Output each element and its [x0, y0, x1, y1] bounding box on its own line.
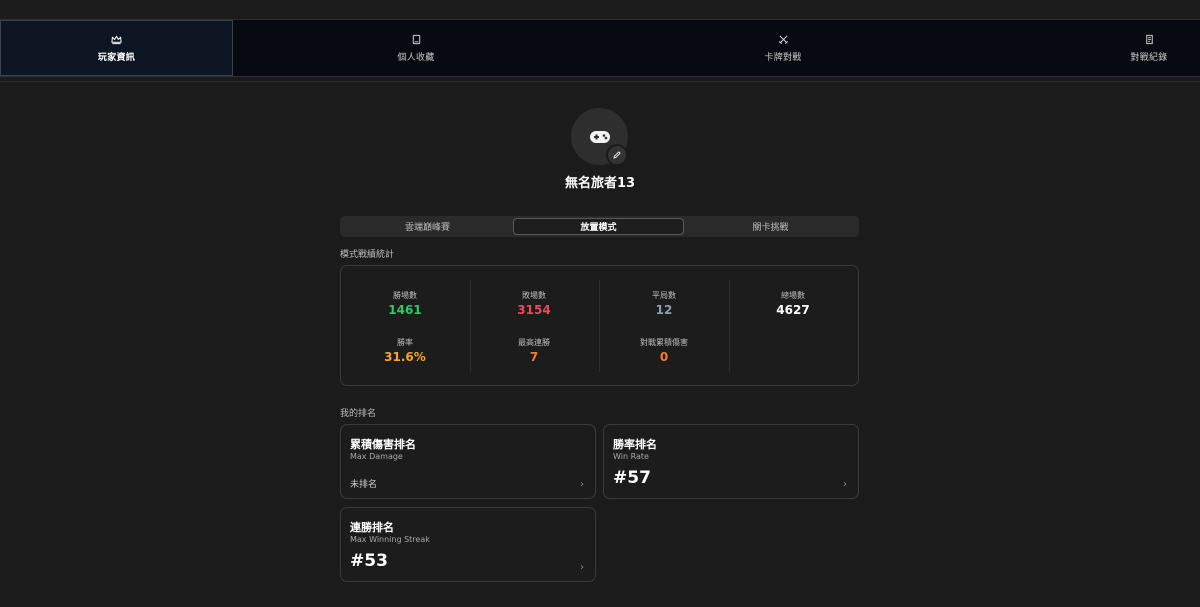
rank-value: #53 [350, 551, 388, 571]
nav-divider [0, 81, 1200, 82]
stat-label: 敗場數 [522, 291, 546, 300]
tab-player-info[interactable]: 玩家資訊 [0, 20, 233, 76]
stat-label: 平局數 [652, 291, 676, 300]
stat-total-damage: 對戰累積傷害 0 [600, 337, 728, 364]
tab-label: 卡牌對戰 [764, 52, 802, 63]
rank-card-win-rate[interactable]: 勝率排名 Win Rate #57 › [603, 424, 859, 499]
tab-label: 對戰紀錄 [1130, 52, 1168, 63]
stat-value: 31.6% [384, 350, 426, 364]
stat-draws: 平局數 12 [600, 290, 728, 317]
card-icon [410, 34, 422, 46]
mode-tab-level-challenge[interactable]: 關卡挑戰 [685, 218, 856, 235]
stat-label: 勝率 [397, 338, 413, 347]
rank-title: 勝率排名 [613, 438, 657, 451]
username: 無名旅者13 [564, 176, 636, 191]
stat-label: 對戰累積傷害 [640, 338, 688, 347]
stat-wins: 勝場數 1461 [341, 290, 469, 317]
stat-label: 勝場數 [393, 291, 417, 300]
stats-section-title: 模式戰績統計 [340, 250, 395, 260]
stats-panel: 勝場數 1461 敗場數 3154 平局數 12 總場數 4627 勝率 31.… [340, 265, 859, 386]
rank-value: #57 [613, 468, 651, 488]
rank-subtitle: Max Damage [350, 452, 403, 461]
chevron-right-icon: › [843, 479, 847, 490]
gamepad-icon [589, 130, 611, 144]
pencil-icon [612, 150, 622, 160]
stat-value: 7 [529, 350, 539, 364]
ranking-section-title: 我的排名 [340, 409, 377, 419]
stat-value: 3154 [517, 303, 551, 317]
rank-card-winning-streak[interactable]: 連勝排名 Max Winning Streak #53 › [340, 507, 596, 582]
stat-max-streak: 最高連勝 7 [470, 337, 598, 364]
mode-tab-idle[interactable]: 放置模式 [513, 218, 684, 235]
main-nav: 玩家資訊 個人收藏 卡牌對戰 對戰紀錄 [0, 20, 1200, 77]
mode-tab-cloud-peak[interactable]: 雲端巔峰賽 [342, 218, 513, 235]
stat-label: 總場數 [781, 291, 805, 300]
stat-value: 1461 [388, 303, 422, 317]
tab-label: 玩家資訊 [97, 52, 136, 63]
tab-label: 個人收藏 [397, 52, 435, 63]
mode-selector: 雲端巔峰賽 放置模式 關卡挑戰 [340, 216, 859, 237]
tab-card-battle[interactable]: 卡牌對戰 [703, 20, 863, 76]
scroll-icon [1143, 34, 1155, 46]
rank-card-max-damage[interactable]: 累積傷害排名 Max Damage 未排名 › [340, 424, 596, 499]
rank-title: 累積傷害排名 [350, 438, 416, 451]
crossed-swords-icon [777, 34, 789, 46]
edit-avatar-button[interactable] [606, 144, 628, 166]
rank-subtitle: Win Rate [613, 452, 649, 461]
crown-icon [111, 34, 123, 46]
stat-value: 4627 [776, 303, 810, 317]
stat-losses: 敗場數 3154 [470, 290, 598, 317]
stat-value: 12 [655, 303, 673, 317]
chevron-right-icon: › [580, 562, 584, 573]
stat-label: 最高連勝 [518, 338, 550, 347]
chevron-right-icon: › [580, 479, 584, 490]
stat-total: 總場數 4627 [729, 290, 857, 317]
tab-collection[interactable]: 個人收藏 [336, 20, 496, 76]
rank-title: 連勝排名 [350, 521, 394, 534]
stat-win-rate: 勝率 31.6% [341, 337, 469, 364]
tab-battle-history[interactable]: 對戰紀錄 [1069, 20, 1200, 76]
rank-value: 未排名 [350, 480, 378, 490]
rank-subtitle: Max Winning Streak [350, 535, 430, 544]
stat-value: 0 [659, 350, 669, 364]
top-strip [0, 0, 1200, 20]
